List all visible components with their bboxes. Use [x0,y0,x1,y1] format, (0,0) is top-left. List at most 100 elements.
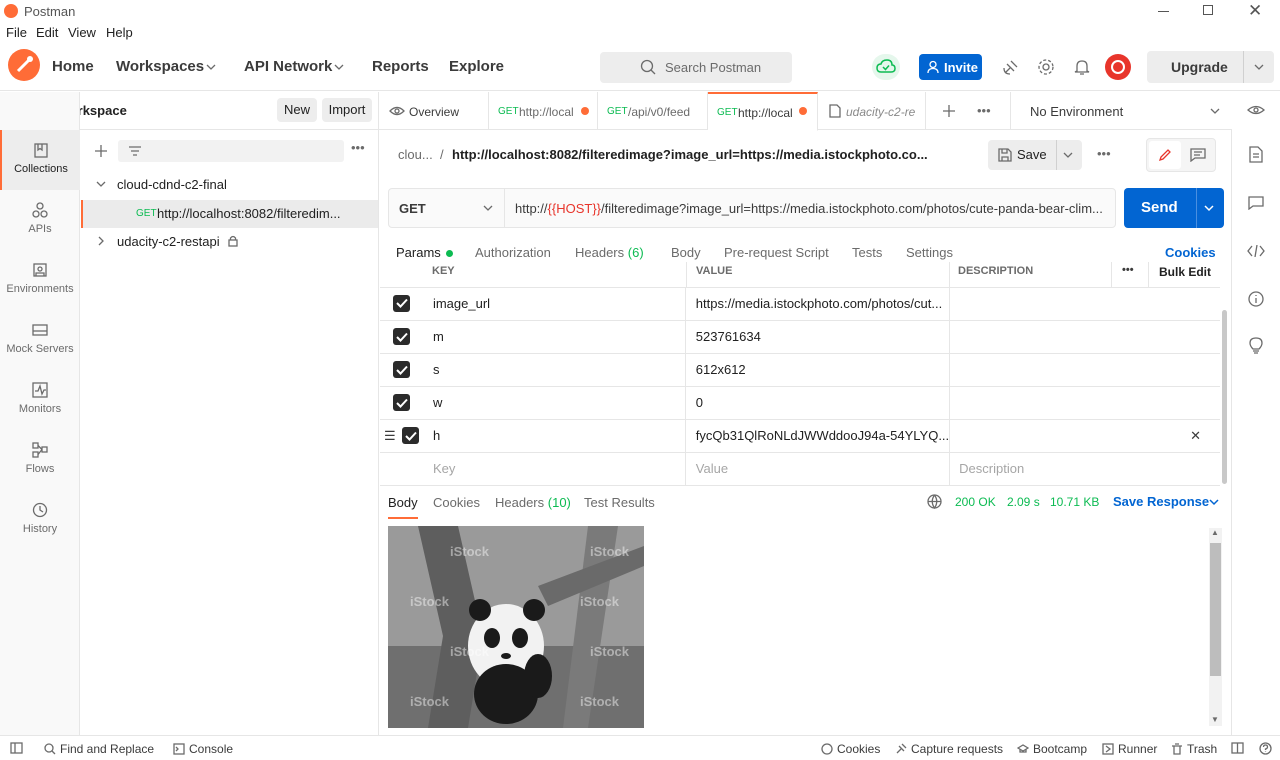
scroll-down-icon[interactable]: ▼ [1211,715,1219,724]
avatar[interactable] [1105,54,1131,80]
response-tab-body[interactable]: Body [388,495,418,519]
two-pane-view-icon[interactable] [1231,742,1244,754]
help-icon[interactable] [1259,742,1272,755]
new-tab-plus-icon[interactable] [942,104,956,118]
send-button[interactable]: Send [1124,188,1224,228]
breadcrumb-parent[interactable]: clou... [398,147,433,162]
bulk-edit-link[interactable]: Bulk Edit [1159,265,1211,279]
nav-mock-servers[interactable]: Mock Servers [0,310,80,370]
checkbox[interactable] [393,394,411,411]
bootcamp-button[interactable]: Bootcamp [1017,742,1087,756]
send-chevron-icon[interactable] [1204,204,1214,212]
environment-quick-look-eye-icon[interactable] [1247,104,1265,116]
new-value-input[interactable]: Value [685,452,951,486]
menu-view[interactable]: View [68,25,96,40]
comment-icon[interactable] [1190,148,1206,162]
runner-button[interactable]: Runner [1102,742,1157,756]
nav-api-network[interactable]: API Network [244,58,332,75]
save-chevron-icon[interactable] [1063,151,1073,159]
status-code[interactable]: 200 OK [955,495,996,509]
globe-icon[interactable] [927,494,942,509]
menu-help[interactable]: Help [106,25,133,40]
response-time[interactable]: 2.09 s [1007,495,1040,509]
sidebar-filter-input[interactable] [118,140,344,162]
param-value[interactable]: https://media.istockphoto.com/photos/cut… [685,287,951,321]
sidebar-more-icon[interactable]: ••• [351,140,365,155]
nav-environments[interactable]: Environments [0,250,80,310]
param-key[interactable]: m [423,320,686,354]
settings-gear-icon[interactable] [1037,58,1055,76]
toggle-sidebar-icon[interactable] [10,742,23,754]
nav-monitors[interactable]: Monitors [0,370,80,430]
code-icon[interactable] [1247,245,1265,257]
invite-button[interactable]: Invite [919,54,982,80]
tabs-more-icon[interactable]: ••• [977,103,991,118]
method-select[interactable]: GET [399,201,426,216]
menu-edit[interactable]: Edit [36,25,58,40]
response-scrollbar[interactable]: ▲ ▼ [1209,528,1222,726]
capture-requests-button[interactable]: Capture requests [895,742,1003,756]
url-input[interactable]: http://{{HOST}}/filteredimage?image_url=… [515,201,1103,216]
request-title[interactable]: http://localhost:8082/filteredimage?imag… [452,147,928,162]
comments-icon[interactable] [1248,196,1264,210]
param-description[interactable] [949,386,1220,420]
restore-icon[interactable] [1203,5,1213,15]
param-value[interactable]: 523761634 [685,320,951,354]
scroll-up-icon[interactable]: ▲ [1211,528,1219,537]
nav-collections[interactable]: Collections [0,130,80,190]
close-window-icon[interactable]: ✕ [1248,1,1262,21]
nav-home[interactable]: Home [52,58,94,75]
tab-request-1[interactable]: GET http://local [490,92,598,130]
tab-overview[interactable]: Overview [380,92,489,130]
param-key[interactable]: image_url [423,287,686,321]
tab-collection[interactable]: udacity-c2-re [818,92,926,130]
checkbox[interactable] [402,427,419,444]
trash-button[interactable]: Trash [1171,742,1217,756]
tab-headers[interactable]: Headers (6) [575,245,644,260]
tab-pre-request-script[interactable]: Pre-request Script [724,245,829,260]
param-description[interactable] [949,353,1220,387]
response-tab-headers[interactable]: Headers (10) [495,495,571,510]
save-button[interactable]: Save [988,140,1082,170]
new-key-input[interactable]: Key [423,452,686,486]
delete-row-icon[interactable]: ✕ [1190,428,1201,444]
chevron-down-icon[interactable] [96,180,106,188]
find-replace-button[interactable]: Find and Replace [44,742,154,756]
param-value[interactable]: 0 [685,386,951,420]
tab-body[interactable]: Body [671,245,701,260]
save-response-chevron-icon[interactable] [1209,498,1219,506]
param-description[interactable] [949,320,1220,354]
response-size[interactable]: 10.71 KB [1050,495,1099,509]
checkbox[interactable] [393,294,411,312]
console-button[interactable]: Console [173,742,233,756]
checkbox[interactable] [393,361,411,378]
param-key[interactable]: s [423,353,686,387]
request-more-icon[interactable]: ••• [1097,146,1111,161]
tab-tests[interactable]: Tests [852,245,882,260]
search-bar[interactable]: Search Postman [600,52,792,83]
nav-reports[interactable]: Reports [372,58,429,75]
response-tab-test-results[interactable]: Test Results [584,495,655,510]
collection-cloud-cdnd[interactable]: cloud-cdnd-c2-final [117,177,227,192]
postman-home-logo-icon[interactable] [8,49,40,81]
tab-authorization[interactable]: Authorization [475,245,551,260]
edit-pencil-icon[interactable] [1149,141,1181,169]
satellite-icon[interactable] [1002,59,1019,76]
new-description-input[interactable]: Description [949,452,1220,486]
param-key[interactable]: w [423,386,686,420]
param-description[interactable]: ✕ [949,419,1220,453]
cookies-link[interactable]: Cookies [1165,245,1216,260]
sidebar-item-request[interactable]: GET http://localhost:8082/filteredim... [81,200,378,228]
notifications-bell-icon[interactable] [1074,58,1090,76]
param-value[interactable]: 612x612 [685,353,951,387]
environment-chevron-icon[interactable] [1210,107,1220,115]
upgrade-chevron-icon[interactable] [1254,63,1264,71]
method-chevron-icon[interactable] [483,204,493,212]
params-scrollbar[interactable] [1222,310,1227,484]
lightbulb-icon[interactable] [1249,337,1263,355]
info-icon[interactable] [1248,291,1264,307]
tab-settings[interactable]: Settings [906,245,953,260]
param-key[interactable]: h [423,419,686,453]
nav-flows[interactable]: Flows [0,430,80,490]
environment-select[interactable]: No Environment [1030,104,1123,119]
